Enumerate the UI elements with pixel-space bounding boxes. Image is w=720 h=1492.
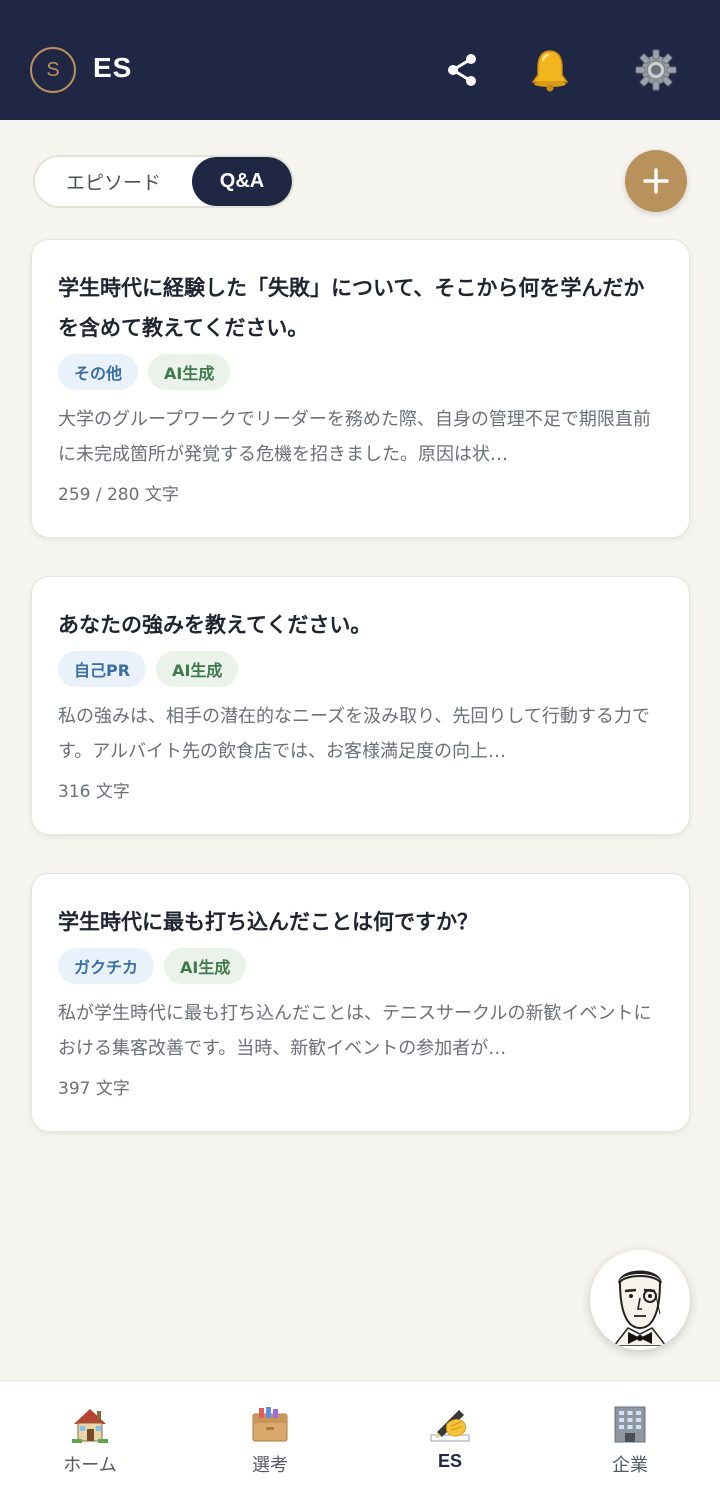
logo-letter: S: [46, 58, 60, 81]
character-count: 316 文字: [58, 782, 130, 802]
office-building-icon: [609, 1403, 651, 1445]
tag-list: ガクチカ AI生成: [58, 948, 663, 984]
card-title: 学生時代に最も打ち込んだことは何ですか？: [58, 910, 478, 934]
nav-label: ES: [437, 1451, 462, 1471]
tag-list: その他 AI生成: [58, 354, 663, 390]
card-title: あなたの強みを教えてください。: [58, 613, 372, 637]
writing-hand-icon: [429, 1403, 471, 1445]
nav-item-es[interactable]: ES: [360, 1381, 540, 1492]
ai-generated-tag: AI生成: [164, 948, 247, 984]
category-tag: その他: [58, 354, 139, 390]
bell-icon[interactable]: [528, 48, 572, 92]
ai-generated-tag: AI生成: [156, 651, 239, 687]
nav-label: ホーム: [63, 1455, 117, 1476]
app-header: S ES: [0, 0, 720, 120]
category-tag: 自己PR: [58, 651, 147, 687]
share-icon[interactable]: [440, 48, 484, 92]
character-count: 259 / 280 文字: [58, 485, 179, 505]
ai-generated-tag: AI生成: [148, 354, 231, 390]
tab-episode[interactable]: エピソード: [35, 157, 192, 206]
add-button[interactable]: [625, 150, 687, 212]
tag-list: 自己PR AI生成: [58, 651, 663, 687]
nav-item-home[interactable]: ホーム: [0, 1381, 180, 1492]
file-box-icon: [249, 1403, 291, 1445]
assistant-avatar-button[interactable]: [590, 1250, 690, 1350]
card-preview: 私の強みは、相手の潜在的なニーズを汲み取り、先回りして行動する力です。アルバイト…: [58, 706, 650, 762]
logo-badge: S: [30, 47, 76, 93]
bottom-nav: ホーム 選考 ES 企業: [0, 1380, 720, 1492]
butler-avatar-icon: [613, 1270, 667, 1346]
card-title: 学生時代に経験した「失敗」について、そこから何を学んだかを含めて教えてください。: [58, 276, 645, 340]
page-title: ES: [93, 52, 133, 83]
qa-card[interactable]: 学生時代に最も打ち込んだことは何ですか？ ガクチカ AI生成 私が学生時代に最も…: [31, 873, 690, 1132]
category-tag: ガクチカ: [58, 948, 155, 984]
gear-icon[interactable]: [634, 48, 678, 92]
tab-qa[interactable]: Q&A: [192, 157, 292, 206]
house-icon: [69, 1403, 111, 1445]
character-count: 397 文字: [58, 1079, 130, 1099]
qa-card[interactable]: 学生時代に経験した「失敗」について、そこから何を学んだかを含めて教えてください。…: [31, 239, 690, 538]
qa-card[interactable]: あなたの強みを教えてください。 自己PR AI生成 私の強みは、相手の潜在的なニ…: [31, 576, 690, 835]
card-preview: 大学のグループワークでリーダーを務めた際、自身の管理不足で期限直前に未完成箇所が…: [58, 409, 651, 465]
card-preview: 私が学生時代に最も打ち込んだことは、テニスサークルの新歓イベントにおける集客改善…: [58, 1003, 652, 1059]
nav-label: 企業: [612, 1455, 648, 1476]
nav-item-company[interactable]: 企業: [540, 1381, 720, 1492]
plus-icon: [643, 168, 669, 194]
nav-item-selection[interactable]: 選考: [180, 1381, 360, 1492]
nav-label: 選考: [252, 1455, 288, 1476]
view-toggle: エピソード Q&A: [33, 155, 294, 208]
